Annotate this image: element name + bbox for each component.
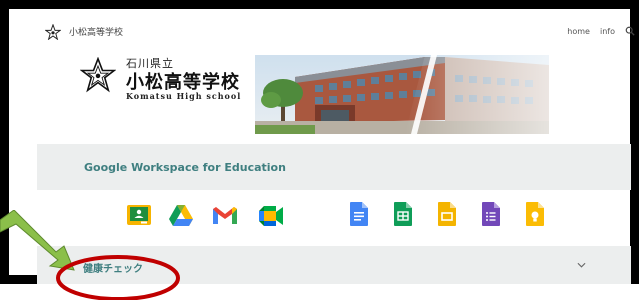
screenshot-frame — [0, 0, 639, 284]
chevron-down-icon[interactable] — [577, 262, 586, 268]
main-nav: home info — [567, 26, 635, 36]
workspace-panel: Google Workspace for Education — [37, 144, 631, 190]
nav-home-link[interactable]: home — [567, 27, 590, 36]
google-keep-icon[interactable] — [522, 201, 548, 227]
search-icon[interactable] — [625, 26, 635, 36]
nav-info-link[interactable]: info — [600, 27, 615, 36]
google-classroom-icon[interactable] — [126, 202, 152, 228]
gmail-icon[interactable] — [212, 203, 238, 229]
site-title-link[interactable]: 小松高等学校 — [69, 25, 123, 38]
google-meet-icon[interactable] — [258, 203, 284, 229]
school-building-photo — [255, 55, 549, 134]
top-bar: 小松高等学校 home info — [35, 22, 635, 42]
google-forms-icon[interactable] — [478, 201, 504, 227]
workspace-title: Google Workspace for Education — [84, 161, 286, 174]
school-emblem-icon[interactable] — [45, 24, 61, 40]
annotation-highlight-ellipse — [56, 255, 180, 300]
logo-english-name: Komatsu High school — [126, 91, 242, 101]
school-emblem-icon — [80, 57, 116, 93]
google-slides-icon[interactable] — [434, 201, 460, 227]
google-sheets-icon[interactable] — [390, 201, 416, 227]
google-drive-icon[interactable] — [168, 202, 194, 228]
school-logo[interactable]: 石川県立 小松高等学校 Komatsu High school — [80, 55, 250, 105]
google-docs-icon[interactable] — [346, 201, 372, 227]
